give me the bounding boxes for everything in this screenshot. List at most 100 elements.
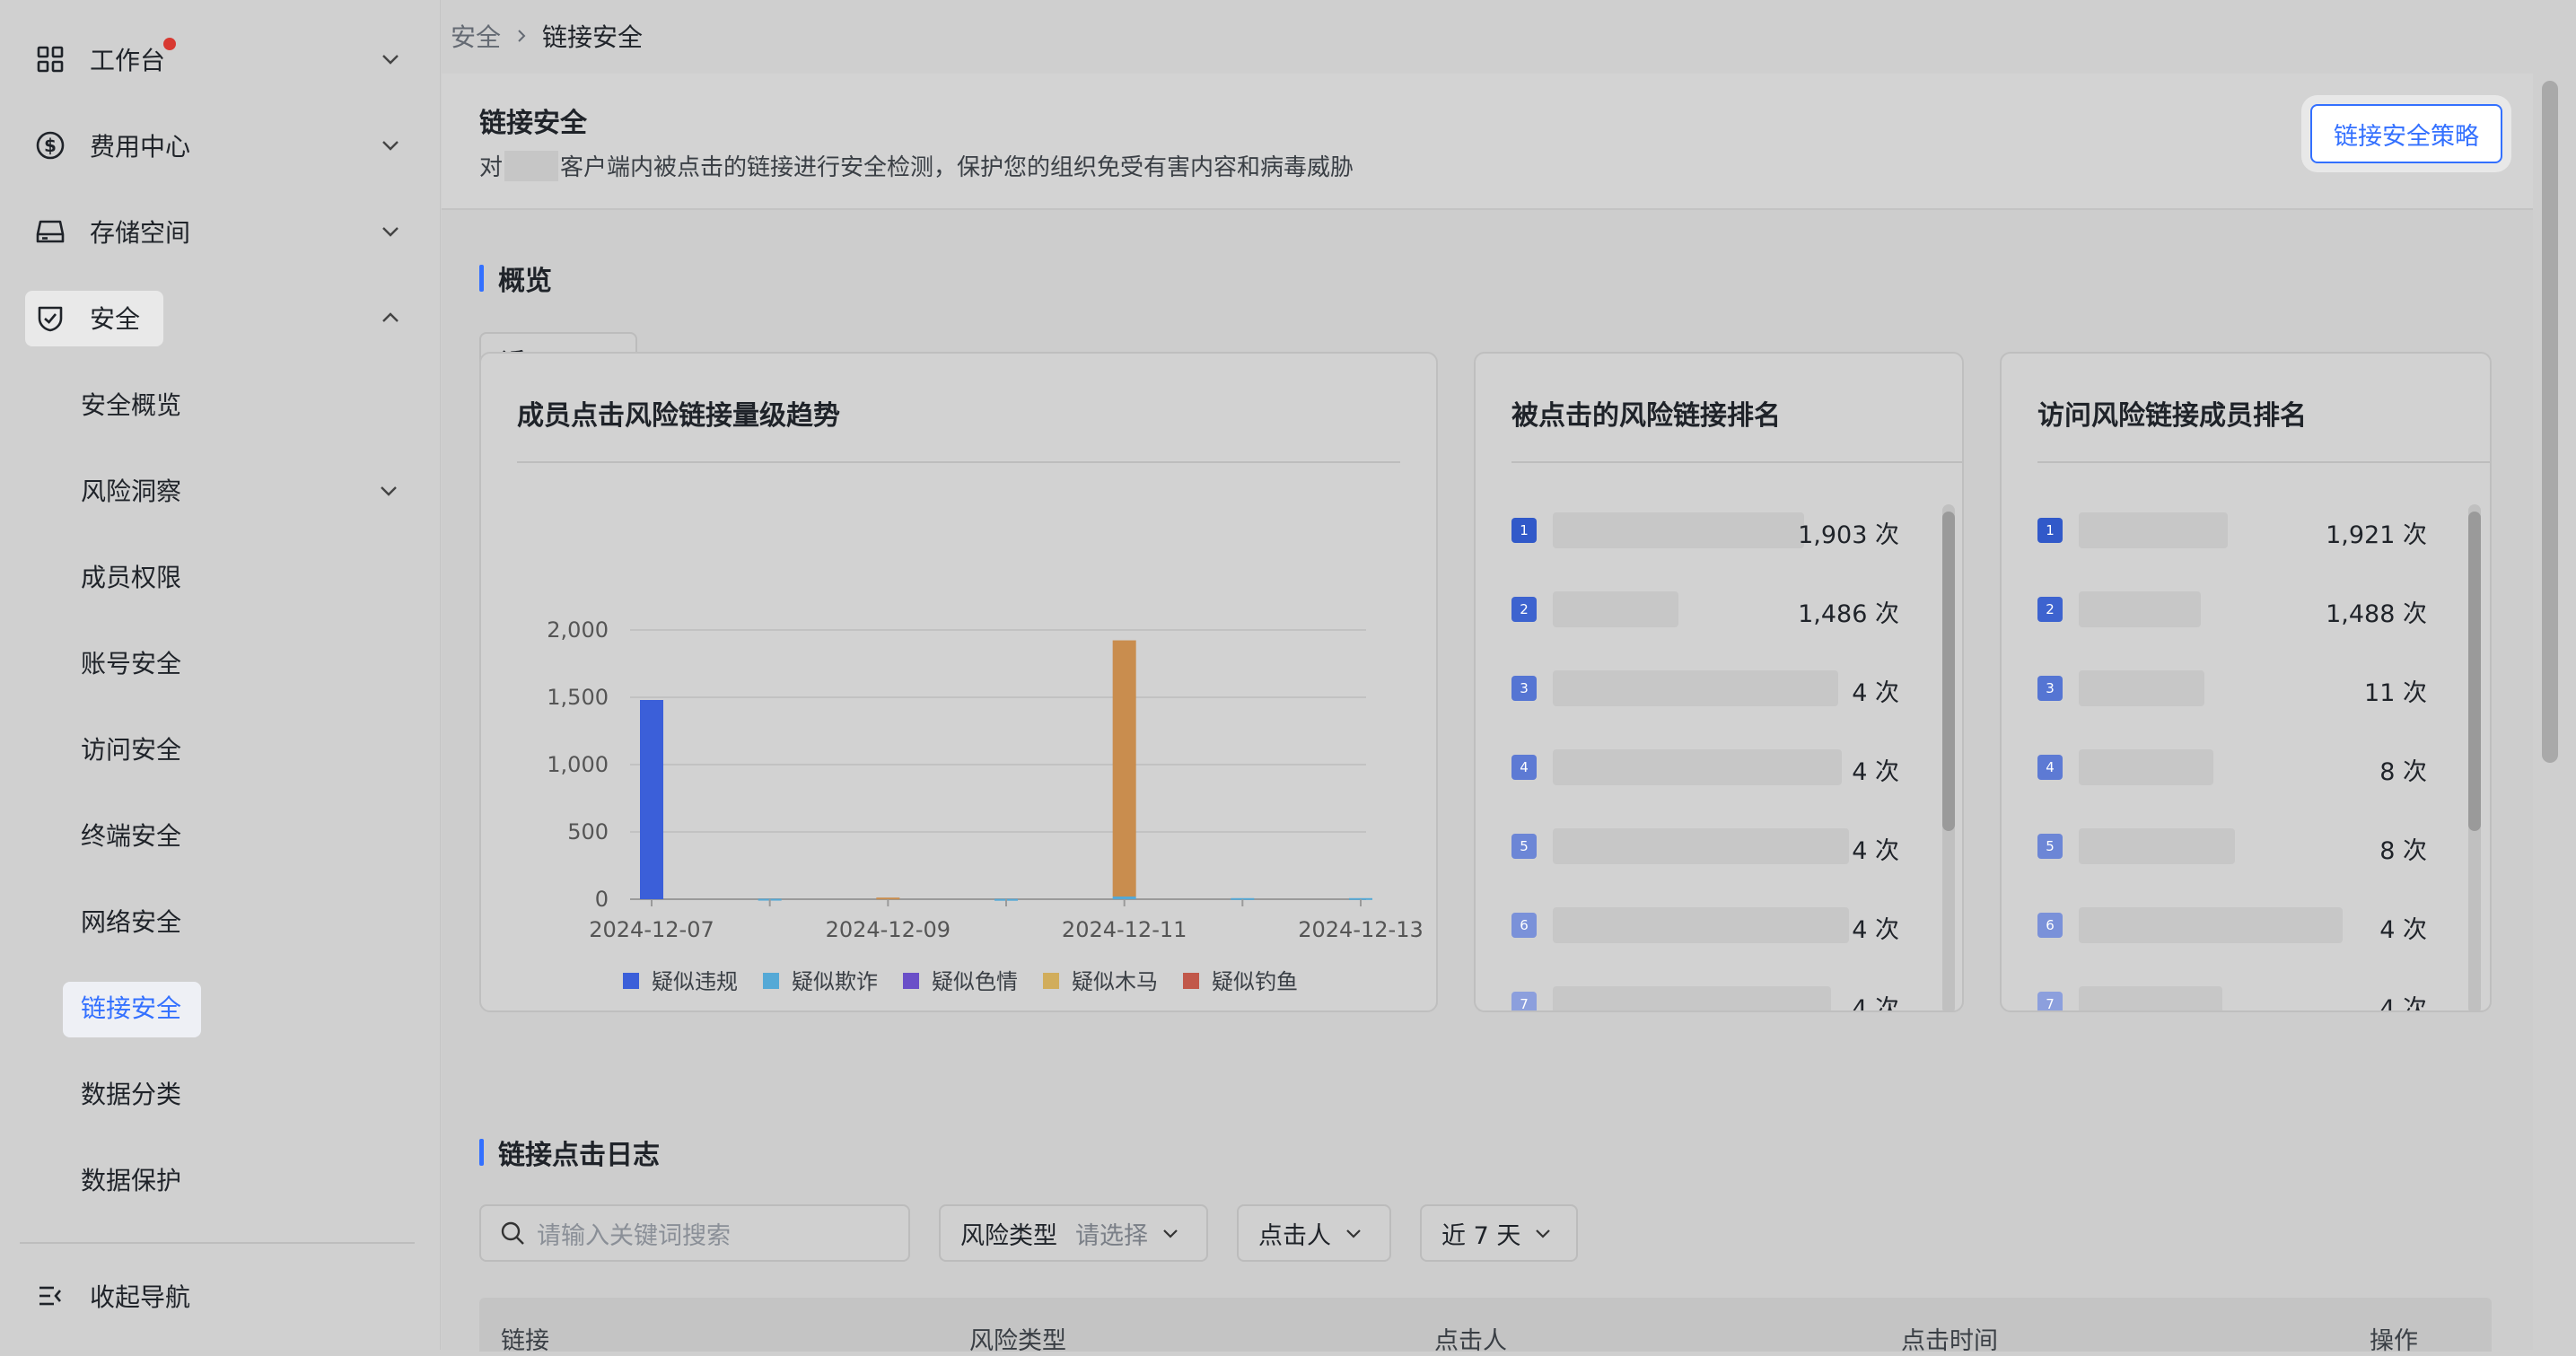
page-scroll-thumb[interactable] — [2542, 81, 2558, 763]
col-click-time[interactable]: 点击时间 — [1901, 1321, 1998, 1356]
breadcrumb: 安全 链接安全 — [451, 18, 643, 54]
page-scrollbar[interactable] — [2533, 74, 2576, 1350]
sidebar-item-storage[interactable]: 存储空间 — [25, 205, 402, 258]
redacted-item-name — [2079, 512, 2228, 548]
rank-badge: 7 — [2037, 992, 2063, 1010]
redacted-item-name — [2079, 591, 2201, 627]
y-tick-label: 500 — [567, 819, 609, 844]
rank-row[interactable]: 7 — [2037, 984, 2063, 1010]
redacted-item-name — [2079, 828, 2235, 864]
x-tick-label: 2024-12-11 — [1062, 917, 1187, 942]
rank-count: 8 次 — [2379, 837, 2427, 865]
rank-row[interactable]: 6 — [1511, 905, 1537, 946]
sidebar-item-billing[interactable]: $ 费用中心 — [25, 118, 402, 172]
sidebar-subitem-overview[interactable]: 安全概览 — [81, 382, 181, 425]
log-search-input[interactable]: 请输入关键词搜索 — [479, 1204, 910, 1262]
redacted-app-name — [504, 150, 559, 181]
link-security-policy-button[interactable]: 链接安全策略 — [2310, 104, 2502, 163]
chevron-down-icon[interactable] — [377, 479, 400, 503]
dollar-circle-icon: $ — [32, 127, 68, 163]
x-tick-label: 2024-12-09 — [826, 917, 951, 942]
col-actions: 操作 — [2370, 1327, 2418, 1355]
rank-row[interactable]: 1 — [1511, 510, 1537, 551]
rank-row[interactable]: 7 — [1511, 984, 1537, 1010]
svg-text:$: $ — [44, 135, 57, 156]
legend-label: 疑似木马 — [1072, 969, 1158, 994]
y-tick-label: 0 — [595, 887, 609, 912]
scroll-thumb[interactable] — [1942, 512, 1955, 831]
sidebar-subitem-account-security[interactable]: 账号安全 — [81, 641, 181, 684]
col-link[interactable]: 链接 — [501, 1321, 549, 1356]
redacted-item-name — [1553, 670, 1838, 706]
scroll-thumb[interactable] — [2468, 512, 2481, 831]
trend-chart: 0 500 1,000 1,500 2,000 2024-12-07 2024-12-09 2… — [547, 617, 1423, 994]
sidebar-subitem-link-security[interactable]: 链接安全 — [81, 985, 181, 1028]
search-placeholder: 请输入关键词搜索 — [537, 1221, 731, 1250]
page-header: 链接安全 对 客户端内被点击的链接进行安全检测，保护您的组织免受有害内容和病毒威… — [442, 74, 2533, 210]
sidebar-divider — [20, 1242, 415, 1244]
rank-row[interactable]: 3 — [2037, 668, 2063, 709]
sidebar-subitem-network-security[interactable]: 网络安全 — [81, 899, 181, 942]
page-description: 对 客户端内被点击的链接进行安全检测，保护您的组织免受有害内容和病毒威胁 — [479, 149, 1354, 182]
rank-row[interactable]: 2 — [2037, 589, 2063, 630]
sidebar-subitem-endpoint-security[interactable]: 终端安全 — [81, 813, 181, 856]
chevron-down-icon[interactable] — [379, 134, 402, 157]
rank-badge: 1 — [2037, 518, 2063, 543]
rank-row[interactable]: 1 — [2037, 510, 2063, 551]
sidebar-subitem-member-permissions[interactable]: 成员权限 — [81, 555, 181, 598]
sidebar-subitem-data-classification[interactable]: 数据分类 — [81, 1072, 181, 1115]
redacted-item-name — [2079, 907, 2343, 943]
legend-swatch — [623, 973, 639, 989]
rank-count: 4 次 — [1852, 679, 1899, 707]
log-range-select[interactable]: 近 7 天 — [1420, 1204, 1578, 1262]
chevron-down-icon — [1536, 1229, 1551, 1238]
rank-count: 1,488 次 — [2326, 600, 2427, 628]
rank-badge: 3 — [1511, 676, 1537, 701]
risk-type-label: 风险类型 — [960, 1221, 1057, 1250]
collapse-nav-label: 收起导航 — [90, 1282, 191, 1312]
shield-check-icon — [32, 300, 68, 336]
rank-row[interactable]: 5 — [1511, 826, 1537, 867]
sidebar-item-label: 安全 — [90, 304, 141, 334]
rank-row[interactable]: 4 — [2037, 747, 2063, 788]
desc-prefix: 对 — [479, 154, 504, 181]
sidebar-subitem-data-protection[interactable]: 数据保护 — [81, 1158, 181, 1201]
y-tick-label: 2,000 — [547, 617, 609, 643]
rank-row[interactable]: 5 — [2037, 826, 2063, 867]
rank-row[interactable]: 2 — [1511, 589, 1537, 630]
bar-链接黑名单 — [1112, 640, 1136, 897]
rank-badge: 2 — [2037, 597, 2063, 622]
rank-count: 4 次 — [2379, 995, 2427, 1012]
redacted-item-name — [2079, 670, 2204, 706]
rank-row[interactable]: 3 — [1511, 668, 1537, 709]
bar-链接黑名单 — [876, 897, 900, 900]
sidebar: 工作台 $ 费用中心 存储空间 安全 安全概览 风险洞察 成员权限 账号安全 访… — [0, 0, 441, 1350]
chevron-up-icon[interactable] — [379, 306, 402, 329]
risk-type-select[interactable]: 风险类型 请选择 — [939, 1204, 1208, 1262]
legend-label: 疑似色情 — [932, 969, 1018, 994]
legend-label: 疑似钓鱼 — [1212, 969, 1298, 994]
x-tick-label: 2024-12-07 — [589, 917, 714, 942]
legend-label: 疑似欺诈 — [792, 969, 878, 994]
chevron-down-icon[interactable] — [379, 220, 402, 243]
rank-count: 4 次 — [1852, 995, 1899, 1012]
sidebar-subitem-risk-insight[interactable]: 风险洞察 — [81, 468, 181, 512]
collapse-nav-button[interactable]: 收起导航 — [25, 1269, 402, 1323]
chevron-down-icon[interactable] — [379, 48, 402, 71]
sidebar-item-workbench[interactable]: 工作台 — [25, 32, 402, 86]
drive-icon — [32, 214, 68, 249]
rank-badge: 5 — [1511, 834, 1537, 859]
rank-row[interactable]: 4 — [1511, 747, 1537, 788]
rank-count: 11 次 — [2364, 679, 2427, 707]
rank-row[interactable]: 6 — [2037, 905, 2063, 946]
redacted-item-name — [1553, 591, 1678, 627]
sidebar-item-security[interactable]: 安全 — [25, 291, 402, 345]
redacted-item-name — [1553, 749, 1842, 785]
sidebar-subitem-access-security[interactable]: 访问安全 — [81, 727, 181, 770]
y-tick-label: 1,000 — [547, 752, 609, 777]
redacted-item-name — [2079, 749, 2213, 785]
breadcrumb-parent[interactable]: 安全 — [451, 18, 501, 54]
col-clicker[interactable]: 点击人 — [1434, 1321, 1507, 1356]
col-risk-type[interactable]: 风险类型 — [969, 1321, 1066, 1356]
clicker-select[interactable]: 点击人 — [1237, 1204, 1391, 1262]
